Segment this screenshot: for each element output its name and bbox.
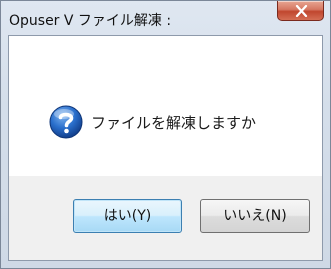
message-text: ファイルを解凍しますか	[91, 114, 257, 132]
dialog-client-area: ファイルを解凍しますか はい(Y) いいえ(N)	[8, 35, 323, 261]
close-icon	[295, 5, 308, 17]
message-area: ファイルを解凍しますか	[9, 36, 322, 176]
close-button[interactable]	[277, 1, 324, 21]
yes-button[interactable]: はい(Y)	[73, 199, 182, 233]
title-bar[interactable]: Opuser V ファイル解凍 :	[1, 1, 330, 35]
question-icon	[49, 105, 83, 139]
window-title: Opuser V ファイル解凍 :	[9, 13, 172, 29]
no-button[interactable]: いいえ(N)	[200, 199, 310, 233]
dialog-window: Opuser V ファイル解凍 : ファイルを解凍しますか はい(Y) いいえ(…	[0, 0, 331, 269]
